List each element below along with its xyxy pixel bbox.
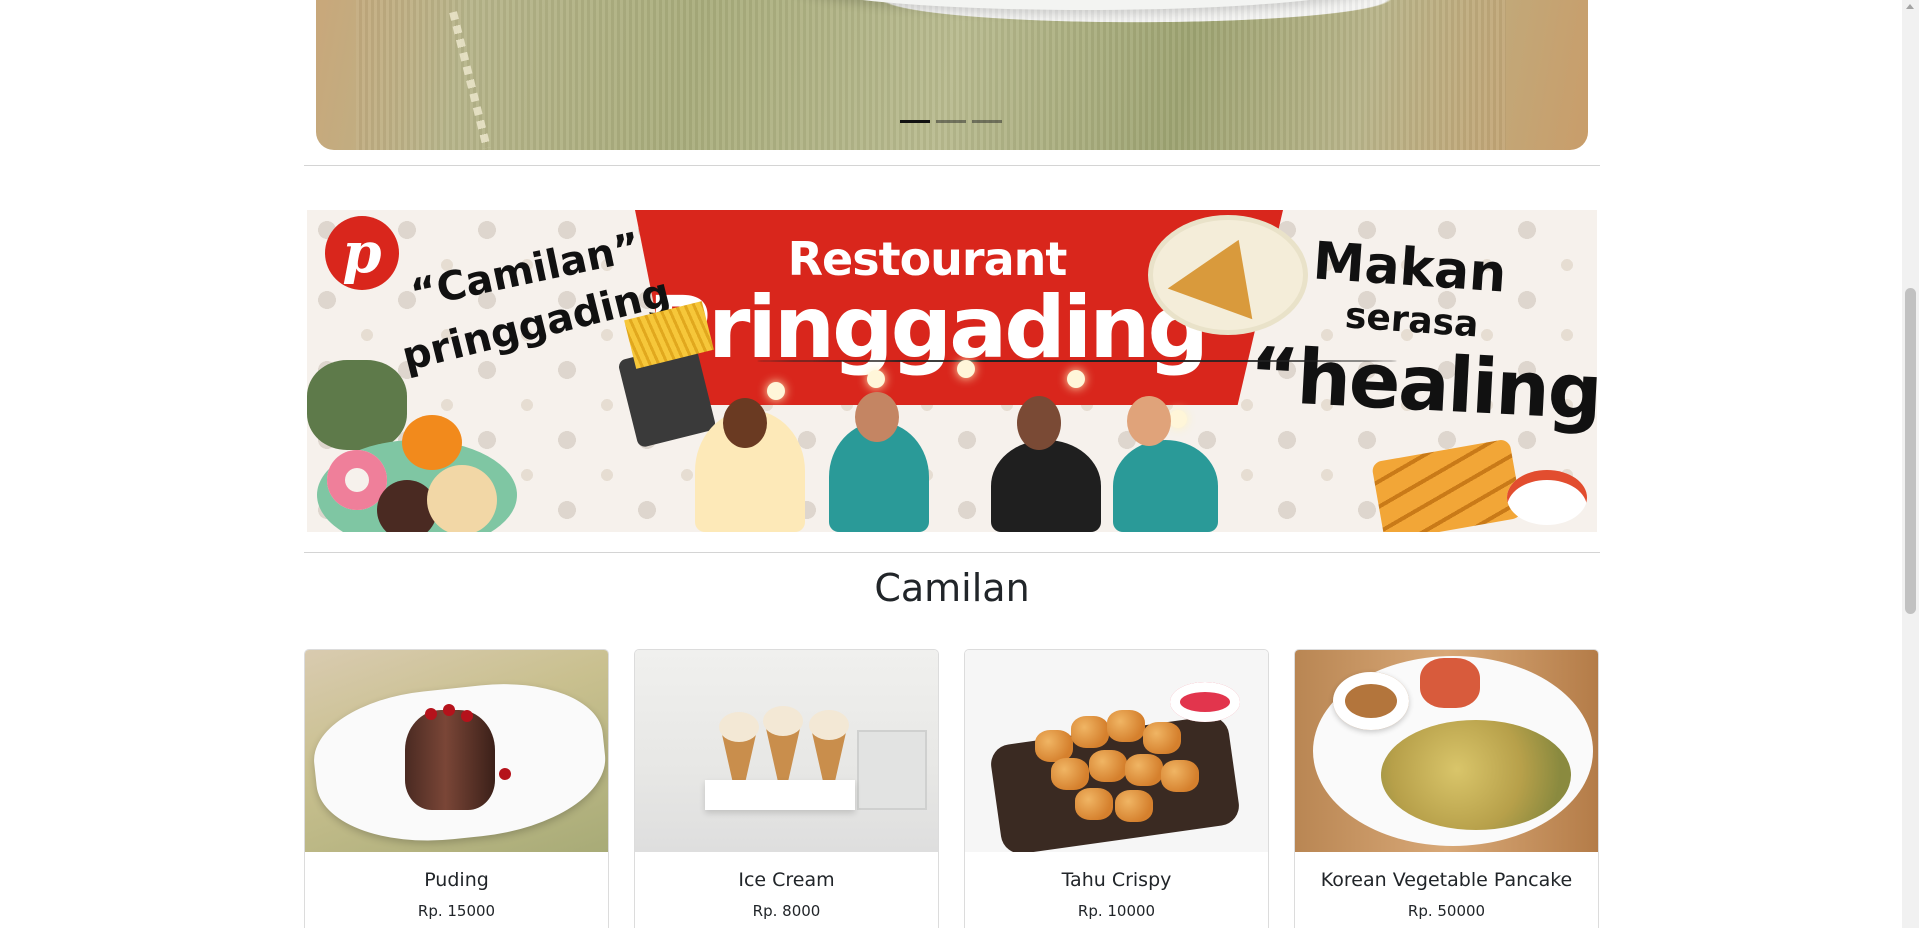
tofu-nugget-icon	[1075, 788, 1113, 820]
carousel-indicator-2[interactable]	[936, 120, 966, 123]
scrollbar-thumb[interactable]	[1905, 288, 1916, 614]
cone-stand-icon	[705, 780, 855, 810]
carousel-indicators	[900, 120, 1002, 123]
cone-box-icon	[857, 730, 927, 810]
kimchi-icon	[1420, 658, 1480, 708]
product-image-ice-cream	[635, 650, 938, 852]
berry-icon	[443, 704, 455, 716]
tofu-nugget-icon	[1115, 790, 1153, 822]
scroll-up-arrow-icon[interactable]	[1906, 4, 1914, 9]
light-bulb-icon	[1169, 410, 1187, 428]
product-name: Ice Cream	[738, 869, 835, 891]
light-bulb-icon	[957, 360, 975, 378]
tofu-nugget-icon	[1071, 716, 1109, 748]
light-bulb-icon	[767, 382, 785, 400]
scoop-icon	[763, 706, 803, 736]
product-name: Tahu Crispy	[1061, 869, 1172, 891]
hero-carousel[interactable]	[316, 0, 1588, 150]
product-image-puding	[305, 650, 608, 852]
donut-orange-icon	[402, 415, 462, 470]
product-price: Rp. 15000	[417, 902, 496, 920]
tofu-nugget-icon	[1143, 722, 1181, 754]
carousel-indicator-1[interactable]	[900, 120, 930, 123]
light-bulb-icon	[867, 370, 885, 388]
donut-glazed-icon	[427, 465, 497, 532]
berry-icon	[499, 768, 511, 780]
berry-icon	[461, 710, 473, 722]
restaurant-banner: p Restourant Pringgading “Camilan” pring…	[307, 210, 1597, 532]
person-teal-shirt-illustration	[1113, 440, 1218, 532]
scoop-icon	[719, 712, 759, 742]
person-head-icon	[855, 392, 899, 442]
carousel-indicator-3[interactable]	[972, 120, 1002, 123]
sauce-bowl-icon	[1170, 682, 1240, 722]
pudding-icon	[405, 710, 495, 810]
tofu-nugget-icon	[1051, 758, 1089, 790]
product-card-puding[interactable]: Puding Rp. 15000	[304, 649, 609, 928]
tofu-nugget-icon	[1125, 754, 1163, 786]
seasoning-bowl-icon	[1333, 672, 1409, 730]
pancake-icon	[1381, 720, 1571, 830]
product-name: Puding	[424, 869, 489, 891]
person-black-jacket-illustration	[991, 440, 1101, 532]
tofu-nugget-icon	[1161, 760, 1199, 792]
dumpling-plate-illustration	[307, 360, 407, 450]
product-price: Rp. 8000	[752, 902, 821, 920]
divider-top	[304, 165, 1600, 166]
person-head-icon	[1127, 396, 1171, 446]
divider-bottom	[304, 552, 1600, 553]
tofu-nugget-icon	[1089, 750, 1127, 782]
page-scrollbar[interactable]	[1902, 0, 1919, 928]
product-card-tahu-crispy[interactable]: Tahu Crispy Rp. 10000	[964, 649, 1269, 928]
carousel-image-napkin	[356, 0, 1506, 150]
page: p Restourant Pringgading “Camilan” pring…	[0, 0, 1919, 928]
light-bulb-icon	[1067, 370, 1085, 388]
string-lights	[757, 360, 1397, 362]
berry-icon	[425, 708, 437, 720]
product-image-korean-vegetable-pancake	[1295, 650, 1598, 852]
scoop-icon	[809, 710, 849, 740]
section-title: Camilan	[874, 566, 1030, 610]
product-image-tahu-crispy	[965, 650, 1268, 852]
person-head-icon	[723, 398, 767, 448]
product-card-ice-cream[interactable]: Ice Cream Rp. 8000	[634, 649, 939, 928]
tofu-nugget-icon	[1107, 710, 1145, 742]
product-name: Korean Vegetable Pancake	[1320, 869, 1573, 891]
banner-title-big: Pringgading	[647, 278, 1209, 378]
person-head-icon	[1017, 396, 1061, 450]
brand-logo: p	[325, 216, 399, 290]
product-card-korean-vegetable-pancake[interactable]: Korean Vegetable Pancake Rp. 50000	[1294, 649, 1599, 928]
sauce-bowl-icon	[1507, 470, 1587, 525]
product-price: Rp. 10000	[1077, 902, 1156, 920]
product-price: Rp. 50000	[1407, 902, 1486, 920]
